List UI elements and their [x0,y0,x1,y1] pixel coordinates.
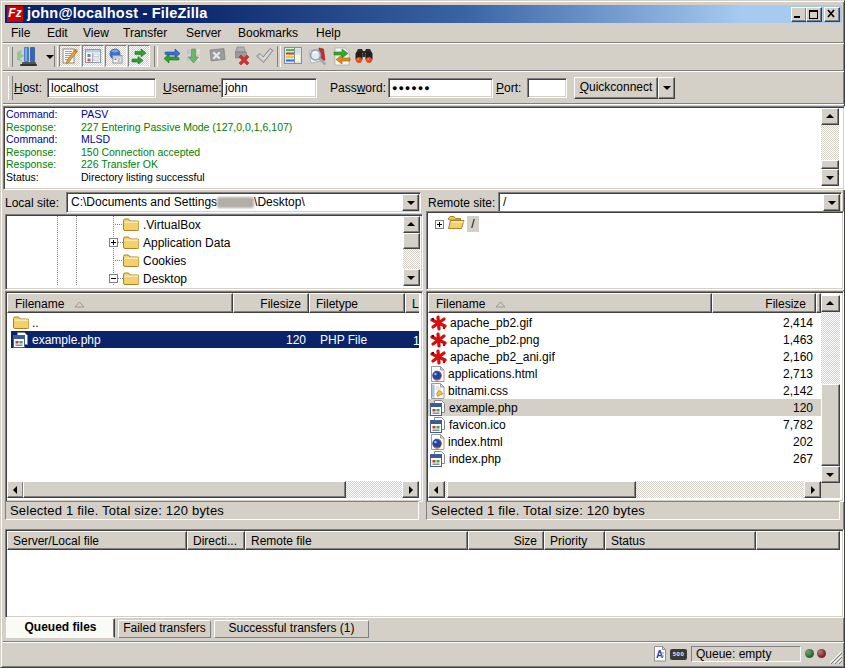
svg-text:A: A [656,649,663,660]
